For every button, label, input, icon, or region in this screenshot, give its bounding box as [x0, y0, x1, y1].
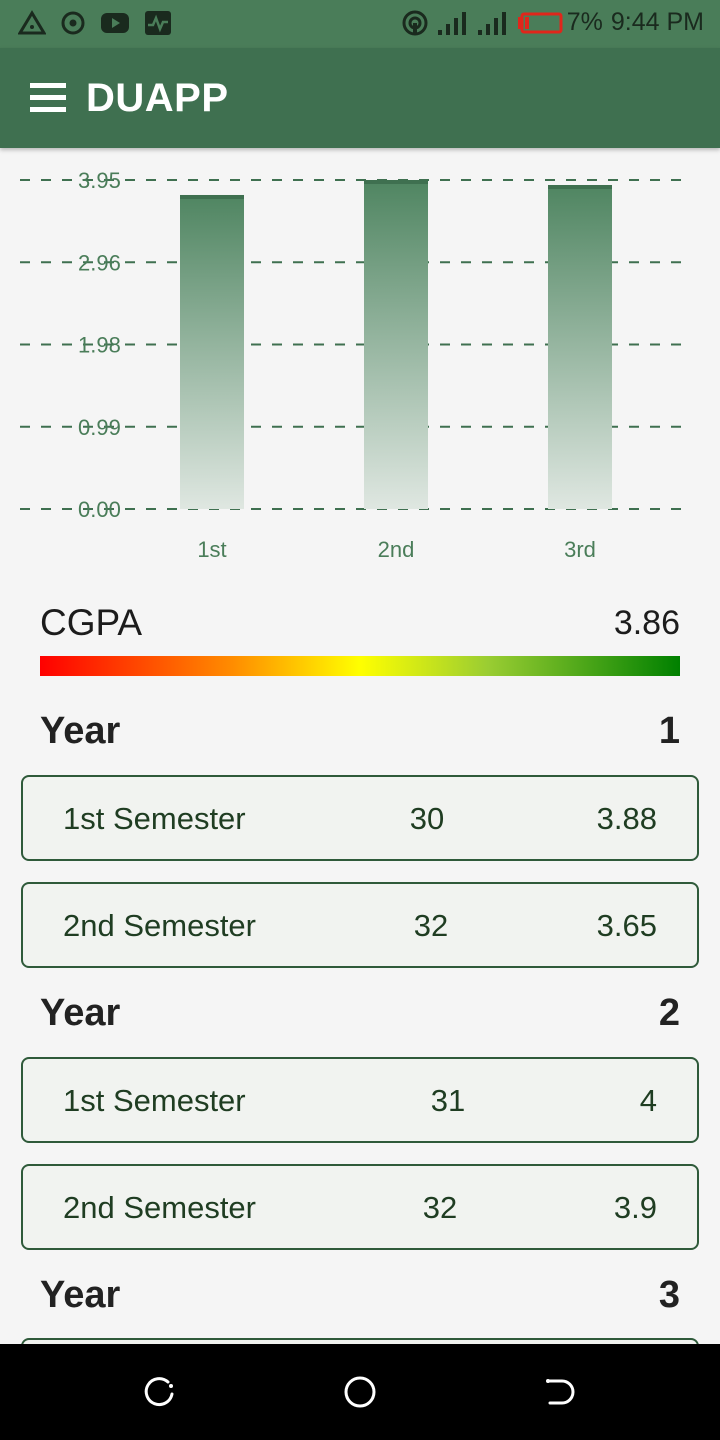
year-label: Year: [40, 992, 121, 1034]
semester-credits: 30: [409, 801, 445, 836]
cgpa-label: CGPA: [40, 602, 143, 643]
target-icon: [60, 10, 86, 36]
system-status: 7% 9:44 PM: [401, 8, 704, 37]
home-icon[interactable]: [342, 1374, 378, 1410]
cgpa-gradient-bar: [40, 656, 680, 676]
back-icon[interactable]: [542, 1374, 578, 1410]
year-number: 3: [658, 1274, 680, 1316]
semester-gpa: 3.9: [613, 1190, 657, 1225]
hotspot-icon: [401, 9, 429, 37]
y-tick-label: 0.99: [78, 415, 121, 440]
battery-percent: 7%: [566, 8, 603, 36]
screen: 7% 9:44 PM DUAPP 3.95 2.96 1.98 0.99 0.00 1st…: [0, 0, 720, 1440]
semester-gpa: 4: [639, 1083, 657, 1118]
semester-name: 1st Semester: [63, 1083, 246, 1118]
bar-top-edge: [548, 184, 612, 189]
semester-gpa: 3.88: [596, 801, 657, 836]
year-header: Year 3: [40, 1274, 680, 1324]
battery-low-icon: [517, 12, 563, 34]
cgpa-value: 3.86: [613, 604, 680, 642]
semester-name: 2nd Semester: [63, 1190, 256, 1225]
signal-icon: [437, 10, 469, 36]
bar-1st[interactable]: [180, 194, 244, 509]
y-tick-label: 2.96: [78, 250, 121, 275]
year-header: Year 2: [40, 992, 680, 1042]
semester-card[interactable]: 1st Semester 30 3.88: [21, 775, 699, 861]
x-tick-label: 3rd: [564, 537, 596, 562]
battery-indicator: 7%: [517, 8, 603, 37]
alert-triangle-icon: [18, 10, 46, 36]
x-tick-label: 1st: [197, 537, 226, 562]
semester-card[interactable]: 2nd Semester 32 3.65: [21, 882, 699, 968]
bar-2nd[interactable]: [364, 180, 428, 509]
gpa-bar-chart: 3.95 2.96 1.98 0.99 0.00 1st 2nd 3rd: [20, 168, 692, 562]
year-number: 2: [658, 992, 680, 1034]
semester-name: 2nd Semester: [63, 908, 256, 943]
app-bar: DUAPP: [0, 48, 720, 148]
y-tick-label: 0.00: [78, 497, 121, 522]
semester-credits: 32: [422, 1190, 458, 1225]
semester-card[interactable]: 1st Semester 31 4: [21, 1057, 699, 1143]
status-bar: 7% 9:44 PM: [0, 0, 720, 48]
clock: 9:44 PM: [610, 8, 704, 36]
semester-name: 1st Semester: [63, 801, 246, 836]
x-tick-label: 2nd: [378, 537, 415, 562]
semester-gpa: 3.65: [596, 908, 657, 943]
recent-apps-icon[interactable]: [142, 1374, 178, 1410]
signal-icon-2: [477, 10, 509, 36]
y-tick-label: 3.95: [78, 168, 121, 193]
navigation-bar: [0, 1344, 720, 1440]
youtube-icon: [100, 11, 130, 35]
year-header: Year 1: [40, 710, 680, 760]
semester-credits: 31: [430, 1083, 466, 1118]
main-content[interactable]: 3.95 2.96 1.98 0.99 0.00 1st 2nd 3rd CGPA 3.86 …: [0, 148, 720, 1344]
bar-3rd[interactable]: [548, 184, 612, 509]
bar-top-edge: [180, 194, 244, 199]
app-title: DUAPP: [86, 76, 229, 120]
year-number: 1: [658, 710, 680, 752]
hamburger-menu-icon[interactable]: [30, 83, 66, 113]
y-tick-label: 1.98: [78, 333, 121, 358]
activity-icon: [144, 10, 172, 36]
year-label: Year: [40, 1274, 121, 1316]
year-label: Year: [40, 710, 121, 752]
semester-card[interactable]: 2nd Semester 32 3.9: [21, 1164, 699, 1250]
bar-top-edge: [364, 180, 428, 184]
cgpa-row: CGPA 3.86: [40, 602, 680, 646]
notification-icons: [18, 10, 172, 36]
semester-credits: 32: [413, 908, 449, 943]
